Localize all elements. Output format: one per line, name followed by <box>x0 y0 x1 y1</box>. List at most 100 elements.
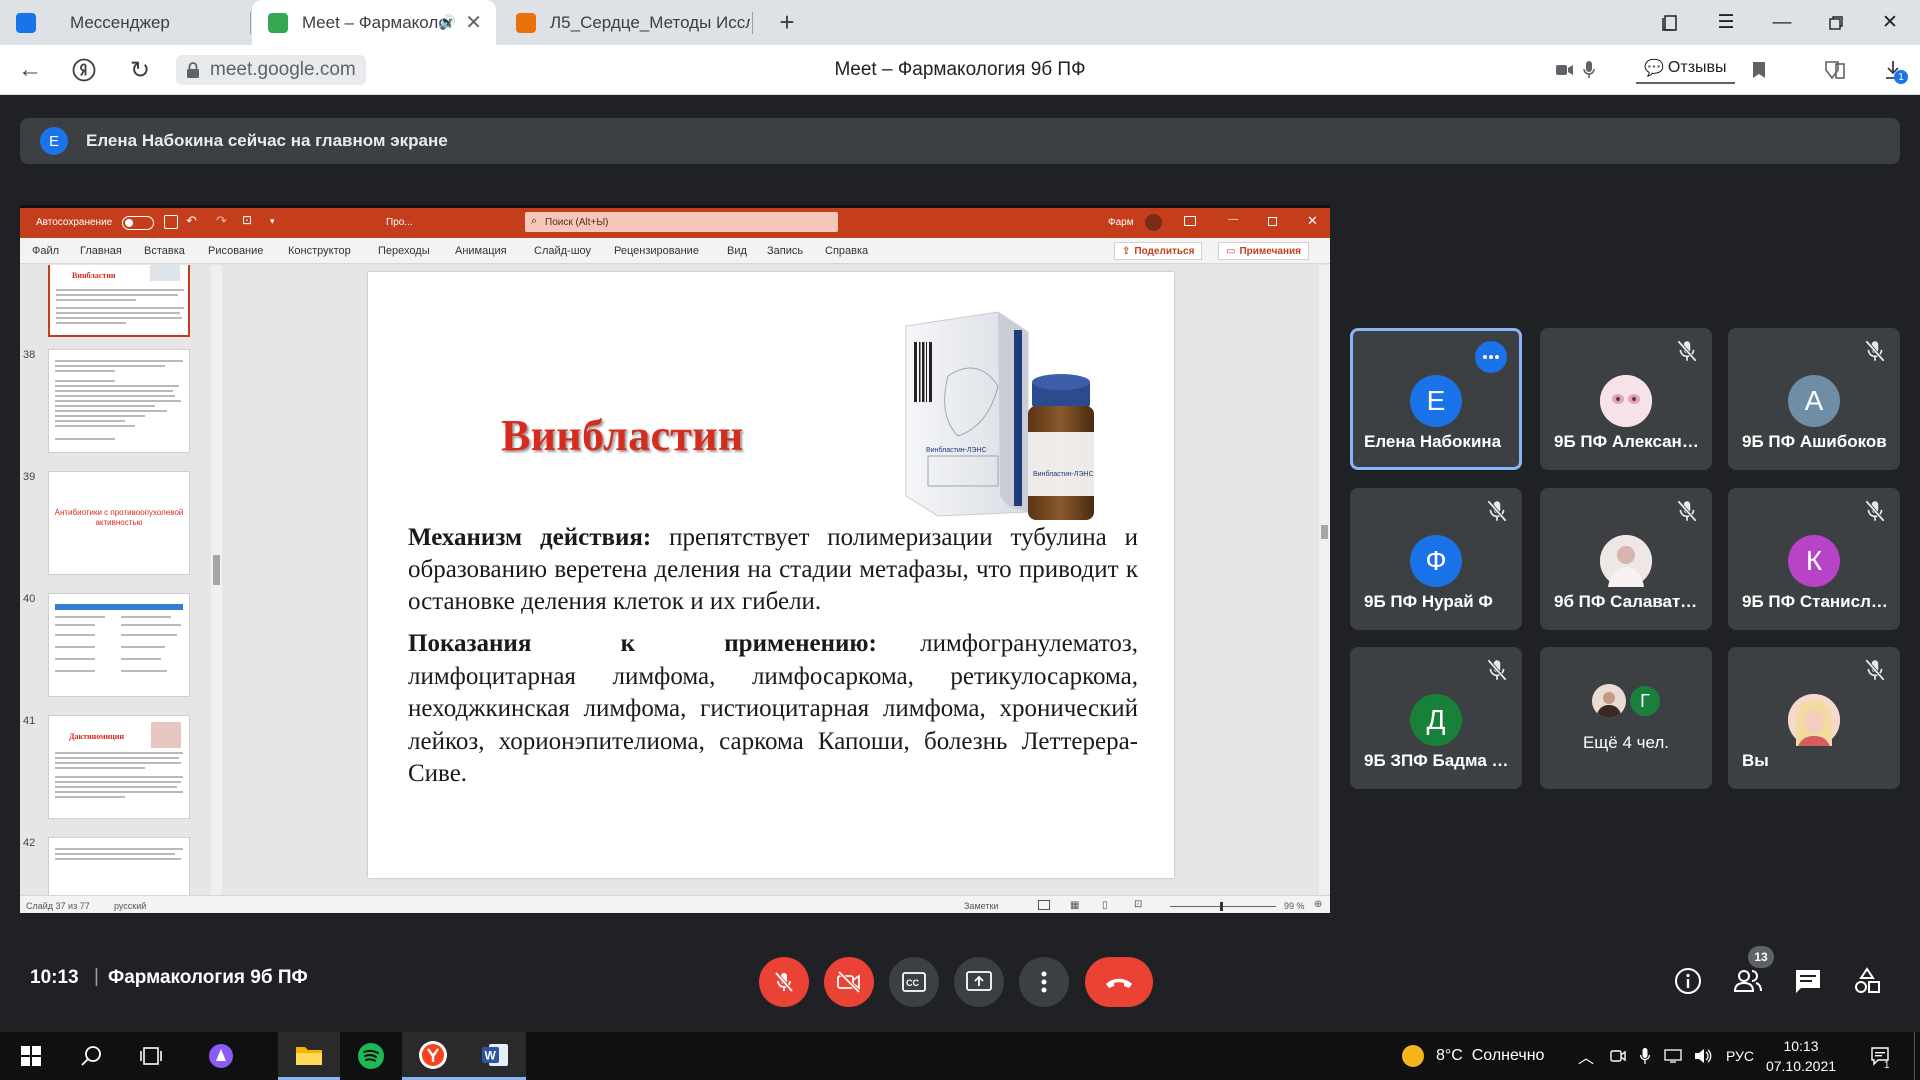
participant-tile[interactable]: Д 9Б ЗПФ Бадма Бадмаев <box>1350 647 1522 789</box>
ppt-minimize-icon[interactable]: — <box>1228 214 1238 225</box>
tray-mic-icon[interactable] <box>1640 1032 1650 1080</box>
user-avatar[interactable] <box>1145 214 1162 231</box>
reviews-button[interactable]: 💬 Отзывы <box>1636 54 1735 84</box>
participant-tile[interactable]: А 9Б ПФ Ашибоков <box>1728 328 1900 470</box>
customize-icon[interactable]: ▾ <box>270 216 275 227</box>
tray-chevron-icon[interactable]: ︿ <box>1578 1032 1594 1080</box>
slide-thumbnail-41[interactable]: Дактиномицин <box>48 715 190 819</box>
captions-button[interactable]: CC <box>889 957 939 1007</box>
slide-scrollbar[interactable] <box>1319 265 1330 895</box>
close-tab-icon[interactable]: ✕ <box>465 10 482 35</box>
start-icon[interactable] <box>0 1032 62 1080</box>
volume-icon[interactable] <box>1694 1032 1712 1080</box>
notes-button[interactable]: Заметки <box>964 901 998 911</box>
protect-icon[interactable] <box>1824 58 1846 82</box>
ribbon-display-icon[interactable] <box>1184 216 1196 226</box>
ribbon-tab-animation[interactable]: Анимация <box>455 245 507 257</box>
back-icon[interactable]: ← <box>6 45 54 95</box>
slideshow-view-icon[interactable]: ⊡ <box>1134 899 1142 910</box>
camera-indicator-icon[interactable] <box>1556 58 1574 82</box>
input-language[interactable]: РУС <box>1726 1032 1754 1080</box>
slide-thumbnail-38[interactable] <box>48 349 190 453</box>
tab-document[interactable]: Л5_Сердце_Методы Иссле <box>500 0 752 45</box>
word-icon[interactable]: W <box>464 1032 526 1080</box>
slide-thumbnail-42[interactable] <box>48 837 190 895</box>
normal-view-icon[interactable] <box>1038 900 1050 910</box>
participant-tile[interactable]: 9б ПФ Салаватова <box>1540 488 1712 630</box>
more-options-button[interactable] <box>1019 957 1069 1007</box>
close-window-icon[interactable]: ✕ <box>1862 0 1918 45</box>
camera-toggle-button[interactable] <box>824 957 874 1007</box>
ribbon-tab-home[interactable]: Главная <box>80 245 122 257</box>
ppt-restore-icon[interactable] <box>1268 217 1277 226</box>
weather-widget[interactable]: 8°C Солнечно <box>1402 1032 1544 1080</box>
present-icon[interactable]: ⊡ <box>242 213 252 227</box>
ribbon-tab-record[interactable]: Запись <box>767 245 803 257</box>
restore-icon[interactable] <box>1808 0 1864 45</box>
minimize-icon[interactable]: — <box>1754 0 1810 45</box>
ribbon-tab-view[interactable]: Вид <box>727 245 747 257</box>
sorter-view-icon[interactable]: ▦ <box>1070 900 1079 911</box>
meet-now-icon[interactable] <box>1610 1032 1626 1080</box>
participant-tile[interactable]: 9Б ПФ Александра <box>1540 328 1712 470</box>
ribbon-tab-design[interactable]: Конструктор <box>288 245 351 257</box>
bookmarks-icon[interactable] <box>1642 0 1698 45</box>
search-icon[interactable] <box>60 1032 122 1080</box>
slide-thumbnail-40[interactable] <box>48 593 190 697</box>
activities-button[interactable] <box>1849 963 1885 999</box>
file-explorer-icon[interactable] <box>278 1032 340 1080</box>
zoom-level[interactable]: 99 % <box>1284 901 1305 911</box>
ribbon-tab-draw[interactable]: Рисование <box>208 245 263 257</box>
taskbar-clock[interactable]: 10:13 07.10.2021 <box>1756 1036 1846 1076</box>
network-icon[interactable] <box>1664 1032 1682 1080</box>
tab-meet[interactable]: Meet – Фармакология 9б ПФ 🔊 ✕ <box>252 0 496 45</box>
participant-tile[interactable]: Ф 9Б ПФ Нурай Ф <box>1350 488 1522 630</box>
downloads-icon[interactable]: 1 <box>1884 58 1908 84</box>
people-button[interactable] <box>1730 963 1766 999</box>
comments-button[interactable]: ▭ Примечания <box>1218 242 1309 260</box>
menu-icon[interactable]: ☰ <box>1698 0 1754 45</box>
yandex-browser-icon[interactable] <box>402 1032 464 1080</box>
new-tab-button[interactable]: + <box>770 5 804 39</box>
notifications-icon[interactable]: 1 <box>1870 1032 1890 1080</box>
spotify-icon[interactable] <box>340 1032 402 1080</box>
user-name[interactable]: Фарм <box>1108 217 1134 228</box>
reload-icon[interactable]: ↻ <box>116 45 164 95</box>
ribbon-tab-insert[interactable]: Вставка <box>144 245 185 257</box>
ribbon-tab-review[interactable]: Рецензирование <box>614 245 699 257</box>
ribbon-tab-help[interactable]: Справка <box>825 245 868 257</box>
yandex-icon[interactable] <box>60 45 108 95</box>
microphone-indicator-icon[interactable] <box>1583 58 1595 82</box>
ribbon-tab-slideshow[interactable]: Слайд-шоу <box>534 245 591 257</box>
participant-tile[interactable]: Е Елена Набокина <box>1350 328 1522 470</box>
speaker-icon[interactable]: 🔊 <box>439 14 456 31</box>
autosave-toggle[interactable] <box>122 216 154 230</box>
redo-icon[interactable]: ↷ <box>216 213 227 229</box>
end-call-button[interactable] <box>1085 957 1153 1007</box>
slide-thumbnail-37[interactable]: Винбластин <box>48 265 190 337</box>
participant-tile-more[interactable]: Г Ещё 4 чел. <box>1540 647 1712 789</box>
more-options-icon[interactable] <box>1475 341 1507 373</box>
ppt-close-icon[interactable]: ✕ <box>1307 213 1318 229</box>
microphone-toggle-button[interactable] <box>759 957 809 1007</box>
alice-assistant-icon[interactable] <box>190 1032 252 1080</box>
task-view-icon[interactable] <box>120 1032 182 1080</box>
ribbon-tab-file[interactable]: Файл <box>32 245 59 257</box>
url-field[interactable]: meet.google.com <box>176 55 366 85</box>
ribbon-tab-transitions[interactable]: Переходы <box>378 245 430 257</box>
zoom-slider[interactable] <box>1170 902 1276 911</box>
show-desktop-button[interactable] <box>1914 1032 1920 1080</box>
present-screen-button[interactable] <box>954 957 1004 1007</box>
undo-icon[interactable]: ↶ <box>186 213 197 229</box>
slide-canvas[interactable]: Винбластин Винбластин-ЛЭНС Винбластин-ЛЭ… <box>368 272 1174 878</box>
save-icon[interactable] <box>164 215 178 229</box>
ppt-search-box[interactable]: ⌕ Поиск (Alt+Ы) <box>525 212 838 232</box>
slide-thumbnail-39[interactable]: Антибиотики с противоопухолевой активнос… <box>48 471 190 575</box>
meeting-name[interactable]: Фармакология 9б ПФ <box>108 967 308 989</box>
reading-view-icon[interactable]: ▯ <box>1102 900 1108 911</box>
meeting-details-button[interactable] <box>1670 963 1706 999</box>
tab-messenger[interactable]: Мессенджер <box>0 0 250 45</box>
share-button[interactable]: ⇪ Поделиться <box>1114 242 1203 260</box>
participant-tile[interactable]: К 9Б ПФ Станислав <box>1728 488 1900 630</box>
doc-name[interactable]: Про... <box>386 217 413 228</box>
